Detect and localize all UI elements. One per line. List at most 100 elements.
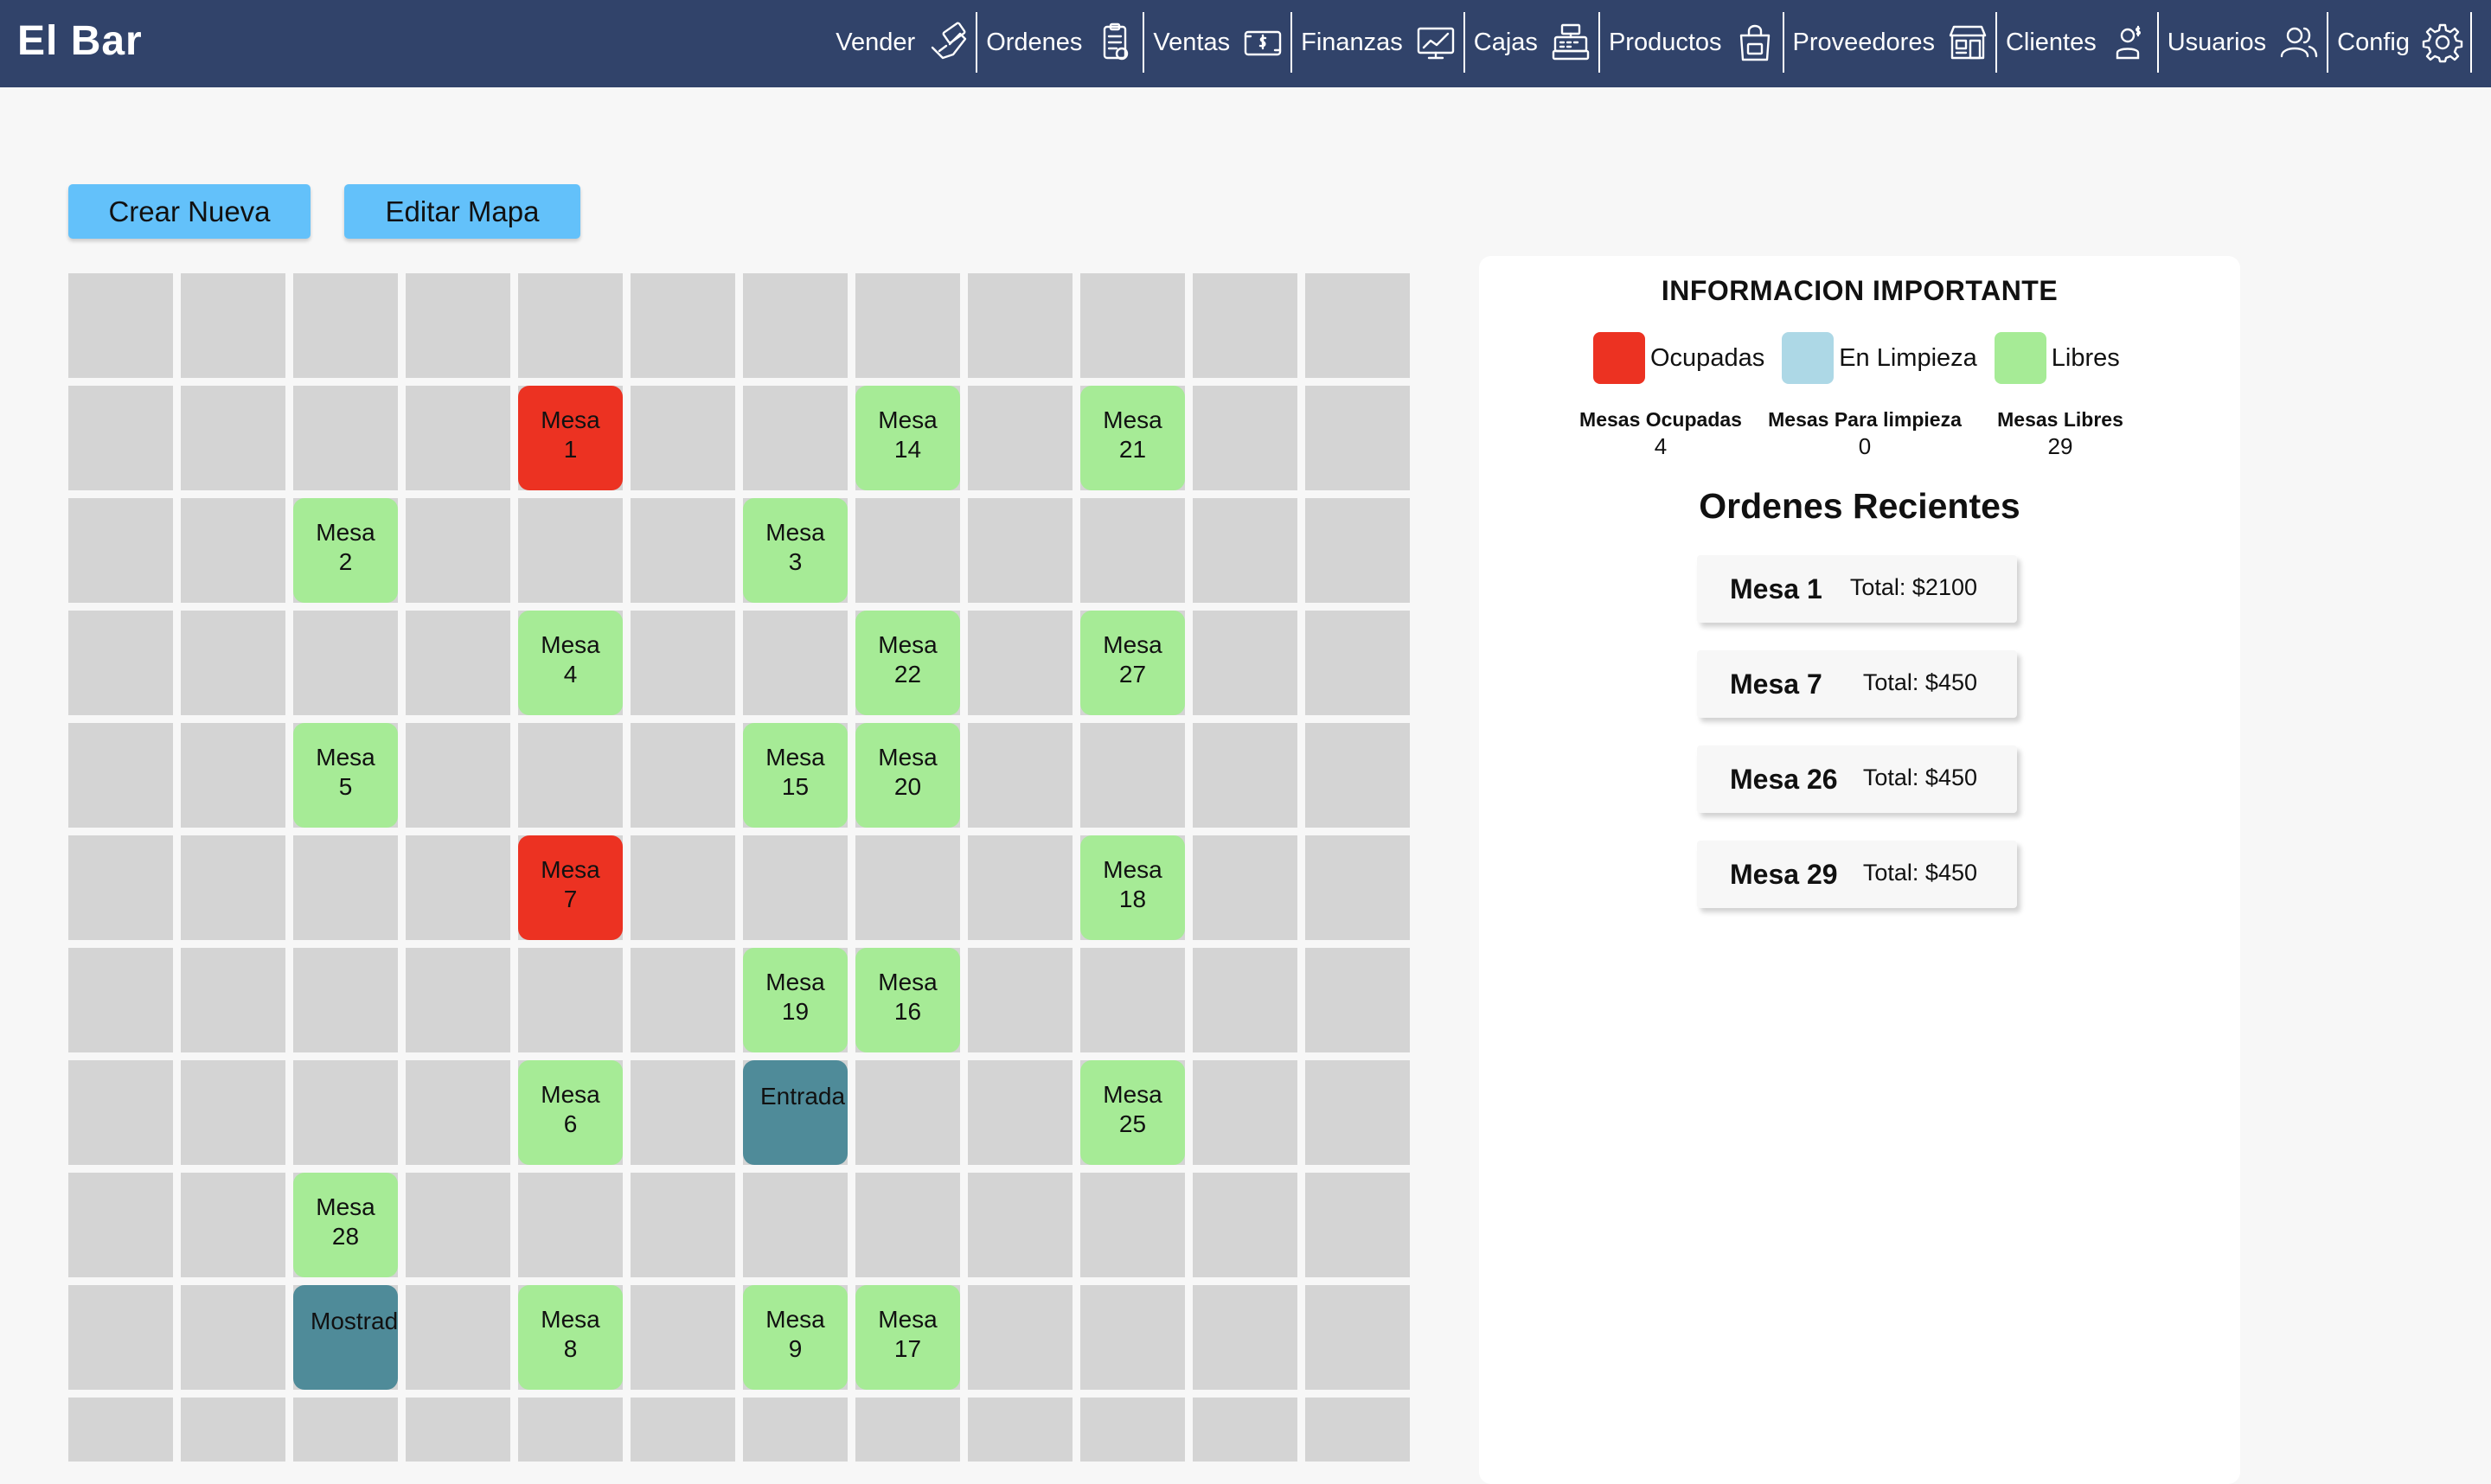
map-cell [181, 273, 285, 378]
order-card[interactable]: Mesa 7 Total: $450 [1697, 650, 2017, 718]
legend-label: Libres [2051, 343, 2120, 372]
map-cell [1080, 1398, 1185, 1462]
order-card[interactable]: Mesa 26 Total: $450 [1697, 745, 2017, 813]
table-tile[interactable]: Mesa 14 [855, 386, 960, 490]
map-cell [68, 386, 173, 490]
map-cell [293, 611, 398, 715]
nav-cajas[interactable]: Cajas [1465, 12, 1600, 73]
table-tile[interactable]: Mesa 7 [518, 835, 623, 940]
map-cell [406, 498, 510, 603]
map-cell [1305, 1398, 1410, 1462]
map-cell [293, 1398, 398, 1462]
nav-ordenes[interactable]: Ordenes [977, 12, 1145, 73]
nav-vender[interactable]: Vender [827, 12, 978, 73]
legend-label: En Limpieza [1839, 343, 1977, 372]
map-cell [631, 611, 735, 715]
order-card[interactable]: Mesa 1 Total: $2100 [1697, 555, 2017, 623]
map-cell [1193, 498, 1297, 603]
map-cell [406, 948, 510, 1052]
table-tile[interactable]: Mesa 2 [293, 498, 398, 603]
order-card[interactable]: Mesa 29 Total: $450 [1697, 841, 2017, 908]
status-legend: Ocupadas En Limpieza Libres [1593, 332, 2137, 384]
map-cell [1305, 835, 1410, 940]
table-tile[interactable]: Mesa 28 [293, 1173, 398, 1277]
table-tile[interactable]: Mesa 15 [743, 723, 848, 828]
table-tile[interactable]: Mesa 22 [855, 611, 960, 715]
create-new-button[interactable]: Crear Nueva [68, 184, 311, 239]
app-title: El Bar [17, 18, 143, 64]
table-tile[interactable]: Mesa 1 [518, 386, 623, 490]
map-cell [743, 386, 848, 490]
table-tile[interactable]: Mesa 17 [855, 1285, 960, 1390]
count-label: Mesas Ocupadas [1579, 408, 1742, 431]
map-cell [743, 273, 848, 378]
nav-label: Finanzas [1301, 28, 1403, 56]
nav-label: Ordenes [986, 28, 1083, 56]
map-cell [1080, 948, 1185, 1052]
table-label: Mesa 4 [541, 630, 600, 688]
map-cell [181, 1398, 285, 1462]
nav-productos[interactable]: Productos [1600, 12, 1784, 73]
map-cell [855, 1060, 960, 1165]
legend-swatch [1782, 332, 1835, 384]
map-cell [406, 1285, 510, 1390]
table-tile[interactable]: Mesa 21 [1080, 386, 1185, 490]
order-table: Mesa 1 [1730, 572, 1822, 604]
recent-orders-title: Ordenes Recientes [1699, 486, 2020, 526]
order-total: Total: $450 [1862, 860, 1977, 886]
map-cell [631, 835, 735, 940]
map-cell [968, 498, 1073, 603]
map-cell [631, 386, 735, 490]
map-cell [181, 611, 285, 715]
map-cell [518, 273, 623, 378]
table-tile[interactable]: Mesa 20 [855, 723, 960, 828]
map-cell [68, 1398, 173, 1462]
map-mostrador[interactable]: Mostrador [293, 1285, 398, 1390]
table-tile[interactable]: Mesa 18 [1080, 835, 1185, 940]
map-cell [293, 386, 398, 490]
table-tile[interactable]: Mesa 25 [1080, 1060, 1185, 1165]
table-tile[interactable]: Mesa 16 [855, 948, 960, 1052]
table-tile[interactable]: Mesa 3 [743, 498, 848, 603]
map-cell [181, 835, 285, 940]
map-cell [855, 273, 960, 378]
table-tile[interactable]: Mesa 8 [518, 1285, 623, 1390]
map-cell [1080, 1285, 1185, 1390]
map-cell [631, 1173, 735, 1277]
map-cell [68, 273, 173, 378]
table-tile[interactable]: Mesa 4 [518, 611, 623, 715]
table-tile[interactable]: Mesa 6 [518, 1060, 623, 1165]
table-tile[interactable]: Mesa 9 [743, 1285, 848, 1390]
nav-ventas[interactable]: Ventas [1144, 12, 1293, 73]
table-label: Mesa 6 [541, 1080, 600, 1137]
map-cell [968, 835, 1073, 940]
edit-map-button[interactable]: Editar Mapa [344, 184, 580, 239]
map-cell [181, 1285, 285, 1390]
nav-label: Cajas [1473, 28, 1538, 56]
map-cell [518, 948, 623, 1052]
table-tile[interactable]: Mesa 5 [293, 723, 398, 828]
map-entrada[interactable]: Entrada [743, 1060, 848, 1165]
map-cell [181, 1060, 285, 1165]
map-cell [68, 723, 173, 828]
nav-finanzas[interactable]: Finanzas [1292, 12, 1465, 73]
nav-config[interactable]: Config [2328, 12, 2472, 73]
map-cell [631, 273, 735, 378]
map-cell [68, 498, 173, 603]
map-cell [1305, 948, 1410, 1052]
nav-proveedores[interactable]: Proveedores [1784, 12, 1997, 73]
gear-icon [2422, 22, 2463, 63]
order-table: Mesa 7 [1730, 668, 1822, 700]
map-cell [743, 1398, 848, 1462]
map-cell [518, 498, 623, 603]
nav-usuarios[interactable]: Usuarios [2159, 12, 2329, 73]
table-tile[interactable]: Mesa 27 [1080, 611, 1185, 715]
nav-clientes[interactable]: Clientes [1997, 12, 2159, 73]
legend-ocupadas: Ocupadas [1593, 332, 1764, 384]
table-tile[interactable]: Mesa 19 [743, 948, 848, 1052]
map-cell [631, 723, 735, 828]
order-total: Total: $450 [1862, 669, 1977, 695]
map-cell [406, 835, 510, 940]
sell-hand-icon [927, 22, 969, 63]
legend-libres: Libres [1994, 332, 2120, 384]
